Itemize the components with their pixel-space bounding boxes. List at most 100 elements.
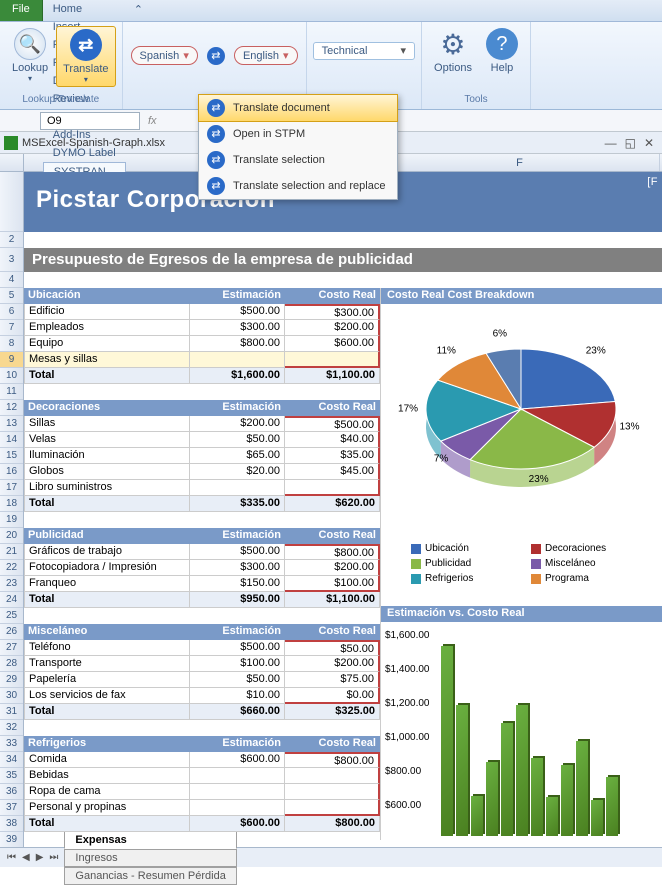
row-header[interactable]: 13 — [0, 416, 23, 432]
bar-chart[interactable]: $1,600.00$1,400.00$1,200.00$1,000.00$800… — [381, 622, 662, 840]
magnifier-icon: 🔍 — [14, 28, 46, 60]
gear-icon: ⚙ — [437, 28, 469, 60]
table-row[interactable]: Libro suministros — [24, 480, 380, 496]
legend-swatch — [531, 574, 541, 584]
table-row[interactable]: Ropa de cama — [24, 784, 380, 800]
translate-button[interactable]: ⇄ Translate ▾ — [56, 26, 115, 87]
table-row[interactable]: Papelería$50.00$75.00 — [24, 672, 380, 688]
row-header[interactable]: 18 — [0, 496, 23, 512]
options-button[interactable]: ⚙ Options — [428, 26, 478, 76]
table-row[interactable]: Teléfono$500.00$50.00 — [24, 640, 380, 656]
table-row[interactable]: Mesas y sillas — [24, 352, 380, 368]
restore-window-icon[interactable]: ◱ — [621, 136, 640, 150]
table-row[interactable]: Franqueo$150.00$100.00 — [24, 576, 380, 592]
pie-chart[interactable]: 23%13%23%7%17%11%6% UbicaciónDecoracione… — [381, 304, 662, 590]
row-header[interactable]: 16 — [0, 464, 23, 480]
row-header[interactable]: 29 — [0, 672, 23, 688]
table-row[interactable]: Personal y propinas — [24, 800, 380, 816]
row-header[interactable]: 5 — [0, 288, 23, 304]
table-row[interactable]: Edificio$500.00$300.00 — [24, 304, 380, 320]
dropdown-item-open-in-stpm[interactable]: ⇄Open in STPM — [199, 121, 397, 147]
file-tab[interactable]: File — [0, 0, 43, 21]
sheet-tab-ganancias-resumen-p-rdida[interactable]: Ganancias - Resumen Pérdida — [64, 867, 236, 885]
table-row[interactable]: Gráficos de trabajo$500.00$800.00 — [24, 544, 380, 560]
select-all-cell[interactable] — [0, 154, 24, 171]
row-header[interactable]: 20 — [0, 528, 23, 544]
row-header[interactable]: 6 — [0, 304, 23, 320]
table-row[interactable]: Globos$20.00$45.00 — [24, 464, 380, 480]
row-header[interactable]: 34 — [0, 752, 23, 768]
row-header[interactable] — [0, 172, 23, 232]
row-header[interactable]: 4 — [0, 272, 23, 288]
row-header[interactable]: 37 — [0, 800, 23, 816]
name-box[interactable]: O9 — [40, 112, 140, 130]
bar — [531, 758, 543, 836]
budget-tables: UbicaciónEstimaciónCosto RealEdificio$50… — [24, 288, 380, 840]
table-row[interactable]: Bebidas — [24, 768, 380, 784]
spreadsheet-grid[interactable]: 2345678910111213141516171819202122232425… — [0, 172, 662, 847]
table-row[interactable]: Transporte$100.00$200.00 — [24, 656, 380, 672]
row-header[interactable]: 31 — [0, 704, 23, 720]
y-tick: $1,000.00 — [385, 732, 430, 743]
profile-select[interactable]: Technical ▾ — [313, 42, 415, 60]
group-lookup-translate: 🔍 Lookup ▾ ⇄ Translate ▾ Lookup/Translat… — [0, 22, 123, 109]
table-row[interactable]: Fotocopiadora / Impresión$300.00$200.00 — [24, 560, 380, 576]
table-row[interactable]: Los servicios de fax$10.00$0.00 — [24, 688, 380, 704]
row-header[interactable]: 30 — [0, 688, 23, 704]
close-window-icon[interactable]: ✕ — [640, 136, 658, 150]
dropdown-item-translate-document[interactable]: ⇄Translate document — [198, 94, 398, 122]
row-header[interactable]: 11 — [0, 384, 23, 400]
row-header[interactable]: 8 — [0, 336, 23, 352]
dropdown-item-translate-selection[interactable]: ⇄Translate selection — [199, 147, 397, 173]
table-row[interactable]: Empleados$300.00$200.00 — [24, 320, 380, 336]
target-language-select[interactable]: English ▾ — [234, 46, 298, 65]
row-header[interactable]: 21 — [0, 544, 23, 560]
legend-swatch — [411, 544, 421, 554]
table-row[interactable]: Comida$600.00$800.00 — [24, 752, 380, 768]
row-header[interactable]: 33 — [0, 736, 23, 752]
table-row[interactable]: Equipo$800.00$600.00 — [24, 336, 380, 352]
row-header[interactable]: 2 — [0, 232, 23, 248]
row-header[interactable]: 35 — [0, 768, 23, 784]
row-header[interactable]: 39 — [0, 832, 23, 847]
row-header[interactable]: 26 — [0, 624, 23, 640]
row-header[interactable]: 14 — [0, 432, 23, 448]
lookup-button[interactable]: 🔍 Lookup ▾ — [6, 26, 54, 87]
table-row[interactable]: Iluminación$65.00$35.00 — [24, 448, 380, 464]
row-header[interactable]: 38 — [0, 816, 23, 832]
tab-home[interactable]: Home — [43, 0, 126, 18]
row-header[interactable]: 3 — [0, 248, 23, 272]
row-header[interactable]: 23 — [0, 576, 23, 592]
table-row[interactable]: Sillas$200.00$500.00 — [24, 416, 380, 432]
fx-icon[interactable]: fx — [140, 115, 165, 127]
column-header-f[interactable]: F — [380, 154, 660, 171]
swap-languages-button[interactable]: ⇄ — [207, 47, 225, 65]
row-header[interactable]: 24 — [0, 592, 23, 608]
table-row[interactable]: Velas$50.00$40.00 — [24, 432, 380, 448]
sheet-tab-ingresos[interactable]: Ingresos — [64, 849, 236, 867]
row-header[interactable]: 25 — [0, 608, 23, 624]
row-header[interactable]: 27 — [0, 640, 23, 656]
first-sheet-icon[interactable]: ⏮ — [4, 852, 19, 863]
help-button[interactable]: ? Help — [480, 26, 524, 76]
row-header[interactable]: 36 — [0, 784, 23, 800]
dropdown-item-translate-selection-and-replace[interactable]: ⇄Translate selection and replace — [199, 173, 397, 199]
minimize-window-icon[interactable]: — — [601, 136, 621, 150]
row-header[interactable]: 19 — [0, 512, 23, 528]
row-header[interactable]: 32 — [0, 720, 23, 736]
group-tools: ⚙ Options ? Help Tools — [422, 22, 531, 109]
row-header[interactable]: 12 — [0, 400, 23, 416]
row-header[interactable]: 9 — [0, 352, 23, 368]
next-sheet-icon[interactable]: ▶ — [33, 852, 47, 863]
row-header[interactable]: 28 — [0, 656, 23, 672]
prev-sheet-icon[interactable]: ◀ — [19, 852, 33, 863]
row-header[interactable]: 22 — [0, 560, 23, 576]
row-header[interactable]: 10 — [0, 368, 23, 384]
row-header[interactable]: 17 — [0, 480, 23, 496]
source-language-select[interactable]: Spanish ▾ — [131, 46, 198, 65]
row-header[interactable]: 15 — [0, 448, 23, 464]
collapse-ribbon-icon[interactable]: ⌃ — [126, 0, 151, 21]
last-sheet-icon[interactable]: ⏭ — [46, 852, 61, 863]
y-tick: $1,400.00 — [385, 664, 430, 675]
row-header[interactable]: 7 — [0, 320, 23, 336]
